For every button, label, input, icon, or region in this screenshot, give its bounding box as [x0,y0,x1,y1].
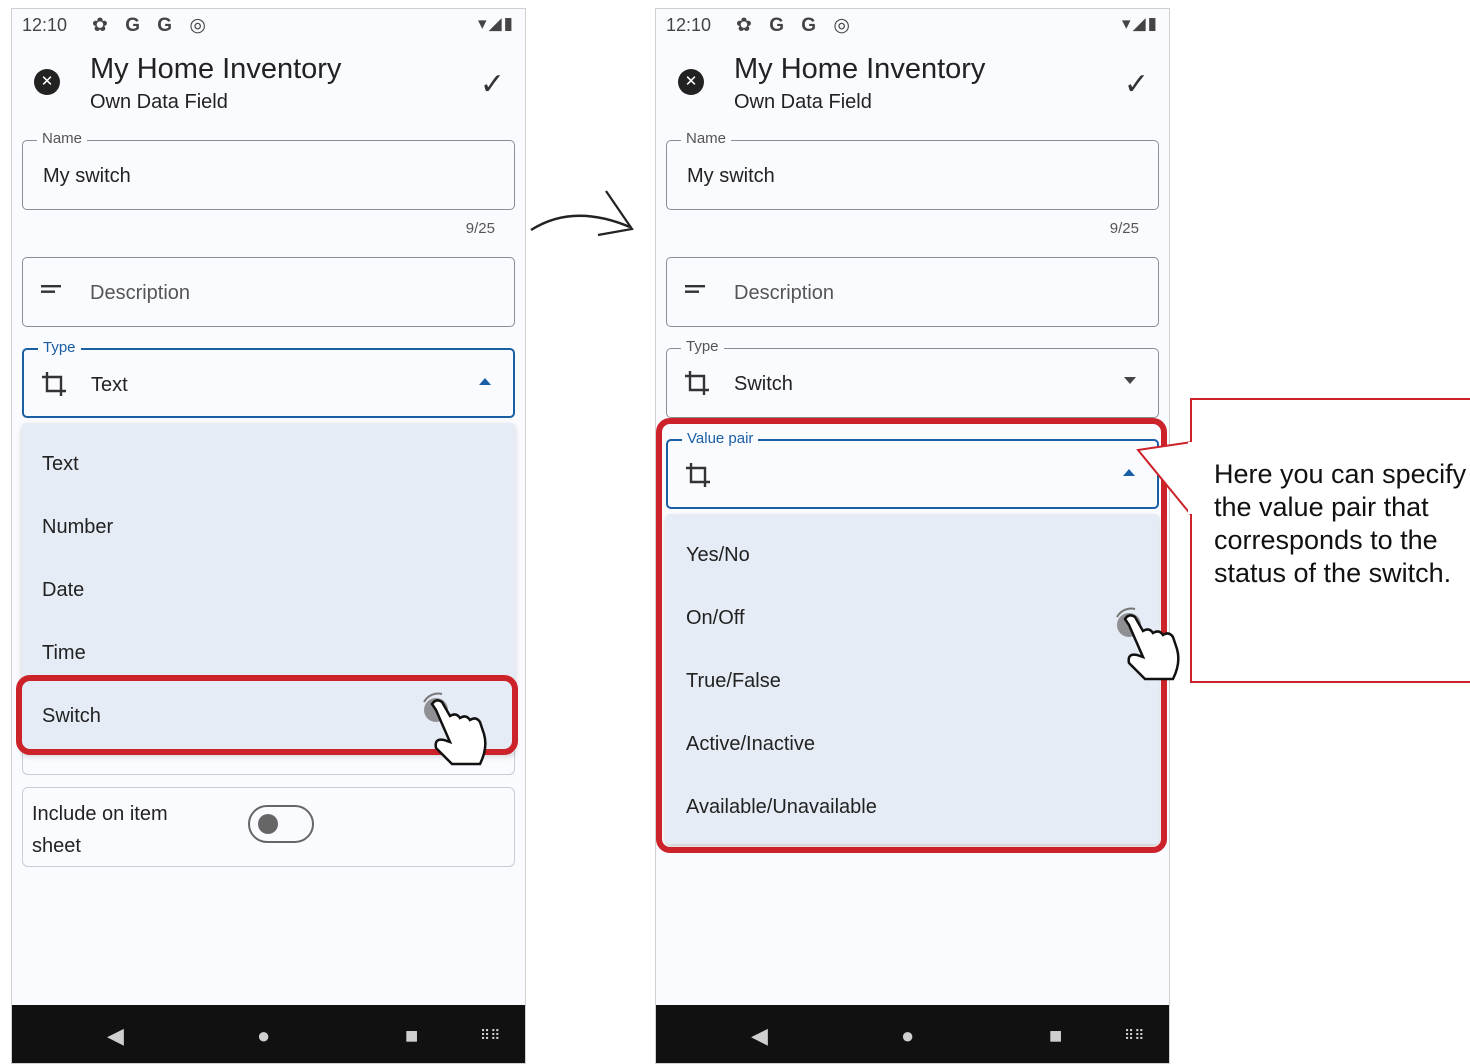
description-placeholder: Description [734,282,835,304]
include-toggle[interactable] [248,805,314,843]
status-bar: 12:10 ✿ G G ◎ ▾◢▮ [666,14,1159,37]
crop-icon [40,370,68,404]
android-nav-bar: ◀ ● ■ ⠿⠿ [656,1005,1169,1063]
system-icons: ▾◢▮ [478,14,515,33]
system-icons: ▾◢▮ [1122,14,1159,33]
chevron-up-icon[interactable] [479,378,491,385]
menu-item-number[interactable]: Number [42,516,113,539]
type-label: Type [38,339,81,356]
description-field[interactable]: Description [666,257,1159,327]
type-value: Text [91,374,128,396]
toggle-label: Include on item sheet [32,803,168,857]
check-icon[interactable]: ✓ [1124,67,1149,102]
menu-item-text[interactable]: Text [42,453,79,476]
include-on-item-sheet-card: Include on item sheet [22,787,515,867]
callout-box: Here you can specify the value pair that… [1190,398,1470,683]
callout-text: Here you can specify the value pair that… [1214,459,1467,588]
status-time: 12:10 [666,15,712,35]
subject-icon [39,278,63,306]
notification-icons: ✿ G G ◎ [736,15,856,36]
keyboard-icon[interactable]: ⠿⠿ [1124,1027,1145,1044]
page-subtitle: Own Data Field [734,91,872,113]
transition-arrow-icon [530,190,634,237]
recents-icon[interactable]: ■ [1049,1023,1062,1049]
notification-icons: ✿ G G ◎ [92,15,212,36]
recents-icon[interactable]: ■ [405,1023,418,1049]
type-value: Switch [734,373,793,395]
hand-pointer-icon [1116,607,1180,681]
name-label: Name [37,130,88,147]
back-icon[interactable]: ◀ [107,1023,124,1049]
callout-pointer [1136,441,1193,517]
toggle-knob [258,814,278,834]
check-icon[interactable]: ✓ [480,67,505,102]
type-label: Type [681,338,724,355]
type-select[interactable]: Type Switch [666,338,1159,418]
callout-pointer-cover [1188,442,1194,514]
app-title: My Home Inventory [90,53,342,85]
page-subtitle: Own Data Field [90,91,228,113]
name-value: My switch [687,165,775,187]
char-counter: 9/25 [1109,220,1139,237]
name-label: Name [681,130,732,147]
description-field[interactable]: Description [22,257,515,327]
status-time: 12:10 [22,15,68,35]
home-icon[interactable]: ● [901,1023,914,1049]
name-value: My switch [43,165,131,187]
phone-screen-left: 12:10 ✿ G G ◎ ▾◢▮ ✕ My Home Inventory Ow… [11,8,526,1064]
close-icon[interactable]: ✕ [678,69,704,95]
type-select[interactable]: Type Text [22,339,515,418]
keyboard-icon[interactable]: ⠿⠿ [480,1027,501,1044]
back-icon[interactable]: ◀ [751,1023,768,1049]
hand-pointer-icon [423,692,487,766]
chevron-down-icon[interactable] [1124,377,1136,384]
highlight-value-pair [656,418,1167,853]
close-icon[interactable]: ✕ [34,69,60,95]
menu-item-time[interactable]: Time [42,642,86,665]
menu-item-date[interactable]: Date [42,579,84,602]
app-title: My Home Inventory [734,53,986,85]
name-field[interactable]: Name My switch [22,130,515,210]
status-bar: 12:10 ✿ G G ◎ ▾◢▮ [22,14,515,37]
crop-icon [683,369,711,403]
subject-icon [683,278,707,306]
description-placeholder: Description [90,282,191,304]
android-nav-bar: ◀ ● ■ ⠿⠿ [12,1005,525,1063]
char-counter: 9/25 [465,220,495,237]
name-field[interactable]: Name My switch [666,130,1159,210]
home-icon[interactable]: ● [257,1023,270,1049]
